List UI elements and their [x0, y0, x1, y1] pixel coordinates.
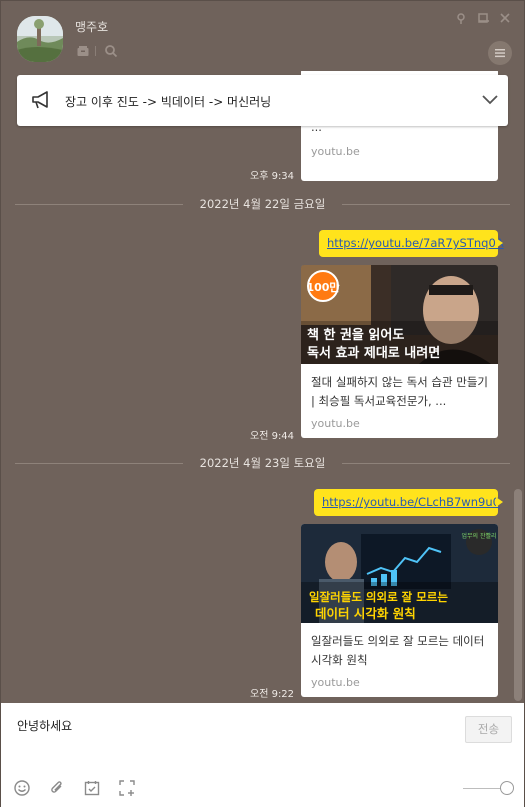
search-icon[interactable]	[104, 44, 118, 58]
scrollbar[interactable]	[514, 489, 522, 701]
bubble-tail	[496, 497, 503, 507]
date-label: 2022년 4월 23일 토요일	[199, 456, 326, 470]
message-input[interactable]: 안녕하세요	[17, 717, 447, 734]
link-preview-card[interactable]: 100만 책 한 권을 읽어도 독서 효과 제대로 내려면 절대 실패하지 않는…	[301, 265, 498, 438]
calendar-icon[interactable]	[83, 779, 101, 797]
megaphone-icon	[32, 91, 48, 109]
notice-banner[interactable]: 장고 이후 진도 -> 빅데이터 -> 머신러닝	[17, 75, 508, 126]
thumbnail-badge: 업무의 잔빨리	[461, 532, 496, 540]
message-link[interactable]: https://youtu.be/7aR7ySTnq0A	[327, 236, 504, 250]
chevron-down-icon[interactable]	[481, 94, 499, 106]
zoom-slider-knob[interactable]	[500, 781, 514, 795]
card-source: youtu.be	[311, 145, 360, 158]
chat-header: 맹주호	[1, 1, 524, 71]
drawer-icon[interactable]	[76, 44, 90, 58]
bubble-tail	[496, 238, 503, 248]
message-bubble[interactable]: https://youtu.be/7aR7ySTnq0A	[319, 230, 504, 257]
chat-window: 맹주호 ... youtu.be 오후 9:34 2022년 4월 22일 금요…	[0, 0, 525, 807]
date-label: 2022년 4월 22일 금요일	[199, 197, 326, 211]
emoji-icon[interactable]	[13, 779, 31, 797]
video-thumbnail[interactable]: 업무의 잔빨리 일잘러들도 의외로 잘 모르는 데이터 시각화 원칙	[301, 524, 498, 623]
message-bubble[interactable]: https://youtu.be/CLchB7wn9u0	[314, 489, 503, 516]
message-list[interactable]: 유용, 빨리 잘 만드는 법 - 쪽 설계와 ... youtu.be 오후 9…	[1, 71, 524, 703]
card-source: youtu.be	[311, 676, 360, 689]
video-thumbnail[interactable]: 100만 책 한 권을 읽어도 독서 효과 제대로 내려면	[301, 265, 498, 364]
card-title: 일잘러들도 의외로 잘 모르는 데이터 시각화 원칙	[311, 634, 485, 667]
thumbnail-badge: 100만	[306, 280, 339, 294]
thumbnail-caption: 데이터 시각화 원칙	[315, 606, 416, 621]
thumbnail-caption: 일잘러들도 의외로 잘 모르는	[309, 590, 448, 604]
message-link[interactable]: https://youtu.be/CLchB7wn9u0	[322, 495, 500, 509]
avatar[interactable]	[17, 16, 63, 62]
date-separator: 2022년 4월 23일 토요일	[15, 455, 510, 471]
attachment-icon[interactable]	[48, 779, 66, 797]
close-icon[interactable]	[498, 11, 512, 25]
message-input-area: 안녕하세요 전송	[1, 703, 524, 807]
header-divider	[95, 46, 96, 56]
maximize-icon[interactable]	[476, 11, 490, 25]
date-separator: 2022년 4월 22일 금요일	[15, 196, 510, 212]
hamburger-icon	[495, 49, 505, 58]
menu-button[interactable]	[488, 41, 512, 65]
card-title: 절대 실패하지 않는 독서 습관 만들기 | 최승필 독서교육전문가, ...	[311, 375, 488, 408]
zoom-slider-track[interactable]	[463, 788, 505, 789]
thumbnail-caption: 독서 효과 제대로 내려면	[307, 345, 440, 361]
send-button[interactable]: 전송	[465, 716, 512, 743]
screen-capture-icon[interactable]	[118, 779, 136, 797]
pin-icon[interactable]	[454, 11, 468, 25]
chat-name: 맹주호	[75, 20, 109, 34]
thumbnail-caption: 책 한 권을 읽어도	[307, 327, 404, 343]
link-preview-card[interactable]: 업무의 잔빨리 일잘러들도 의외로 잘 모르는 데이터 시각화 원칙 일잘러들도…	[301, 524, 498, 697]
card-source: youtu.be	[311, 417, 360, 430]
notice-text: 장고 이후 진도 -> 빅데이터 -> 머신러닝	[65, 95, 272, 109]
message-time: 오후 9:34	[250, 171, 295, 182]
message-time: 오전 9:22	[250, 689, 295, 700]
message-time: 오전 9:44	[250, 431, 295, 442]
